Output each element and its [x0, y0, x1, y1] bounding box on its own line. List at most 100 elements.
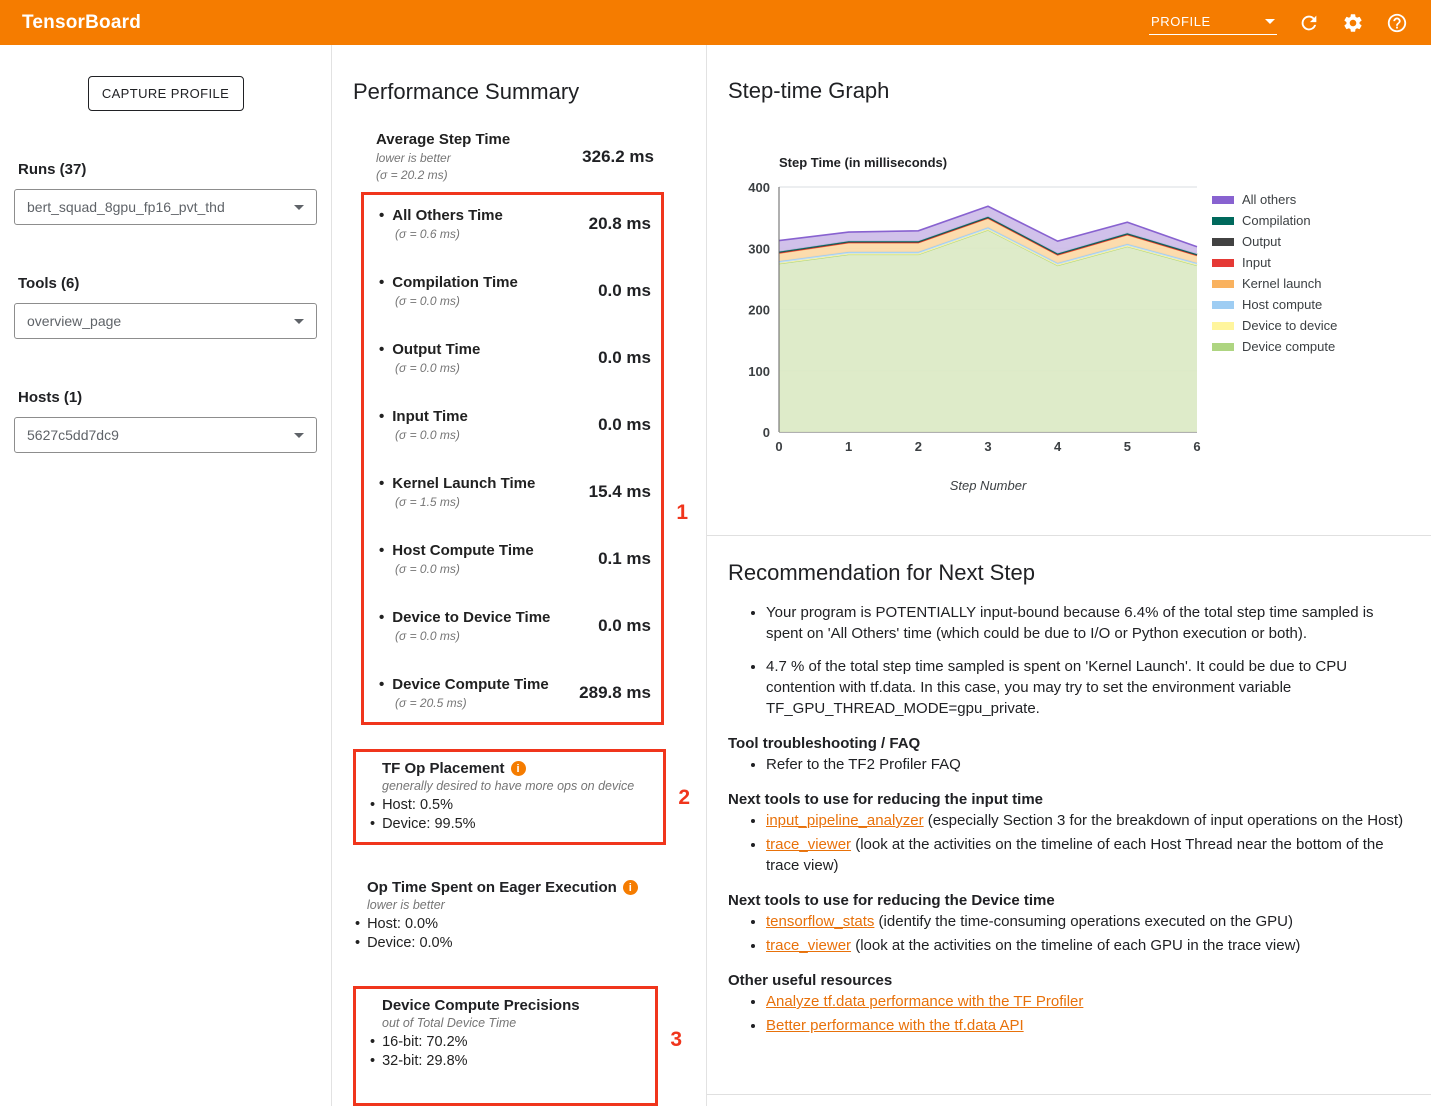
- performance-summary-panel: Performance Summary Average Step Time lo…: [331, 45, 707, 1106]
- dashboard-selector[interactable]: PROFILE: [1149, 10, 1277, 35]
- svg-text:3: 3: [984, 439, 991, 454]
- svg-text:2: 2: [915, 439, 922, 454]
- runs-select[interactable]: bert_squad_8gpu_fp16_pvt_thd: [14, 189, 317, 225]
- performance-summary-title: Performance Summary: [353, 79, 706, 105]
- device-tools-heading: Next tools to use for reducing the Devic…: [728, 892, 1405, 909]
- metric-sigma: (σ = 20.5 ms): [395, 696, 549, 710]
- metric-sigma: (σ = 0.0 ms): [395, 562, 534, 576]
- device-precisions-title: Device Compute Precisions: [382, 997, 580, 1014]
- metric-label: All Others Time: [392, 207, 503, 224]
- metric-label: Kernel Launch Time: [392, 475, 535, 492]
- header-actions: PROFILE: [1149, 10, 1409, 35]
- bullet-icon: •: [379, 609, 384, 626]
- trace-viewer-link[interactable]: trace_viewer: [766, 937, 851, 954]
- metric-sigma: (σ = 0.6 ms): [395, 227, 503, 241]
- legend-swatch: [1212, 343, 1234, 351]
- info-icon[interactable]: i: [623, 880, 638, 895]
- legend-item: Host compute: [1212, 294, 1337, 315]
- resources-heading: Other useful resources: [728, 972, 1405, 989]
- tools-label: Tools (6): [18, 275, 317, 292]
- metric-value: 0.1 ms: [565, 549, 651, 569]
- recommendation-panel: Recommendation for Next Step Your progra…: [707, 536, 1431, 1095]
- input-tools-list: input_pipeline_analyzer (especially Sect…: [750, 810, 1405, 876]
- annotation-number: 1: [676, 501, 688, 525]
- metric-row-compilation: •Compilation Time (σ = 0.0 ms) 0.0 ms: [379, 274, 651, 308]
- metric-label: Input Time: [392, 408, 468, 425]
- input-pipeline-analyzer-link[interactable]: input_pipeline_analyzer: [766, 812, 924, 829]
- sidebar: CAPTURE PROFILE Runs (37) bert_squad_8gp…: [0, 45, 331, 1106]
- step-time-graph-panel: Step-time Graph Step Time (in millisecon…: [707, 45, 1431, 536]
- refresh-icon: [1298, 12, 1320, 34]
- legend-item: Input: [1212, 252, 1337, 273]
- chevron-down-icon: [294, 205, 304, 210]
- help-button[interactable]: [1385, 11, 1409, 35]
- annotation-number: 2: [678, 786, 690, 810]
- svg-text:100: 100: [748, 364, 770, 379]
- svg-text:4: 4: [1054, 439, 1062, 454]
- legend-item: Kernel launch: [1212, 273, 1337, 294]
- hosts-select[interactable]: 5627c5dd7dc9: [14, 417, 317, 453]
- metric-row-device-to-device: •Device to Device Time (σ = 0.0 ms) 0.0 …: [379, 609, 651, 643]
- runs-label: Runs (37): [18, 161, 317, 178]
- refresh-button[interactable]: [1297, 11, 1321, 35]
- metric-label: Compilation Time: [392, 274, 518, 291]
- svg-text:300: 300: [748, 241, 770, 256]
- tools-select[interactable]: overview_page: [14, 303, 317, 339]
- metric-sigma: (σ = 0.0 ms): [395, 361, 480, 375]
- legend-item: Compilation: [1212, 210, 1337, 231]
- settings-button[interactable]: [1341, 11, 1365, 35]
- metric-sigma: (σ = 1.5 ms): [395, 495, 535, 509]
- legend-item: Device to device: [1212, 315, 1337, 336]
- legend-label: Input: [1242, 255, 1271, 270]
- step-chart: 01002003004000123456: [735, 177, 1205, 461]
- tf-op-placement-section: 2 TF Op Placementi generally desired to …: [353, 749, 666, 845]
- recommendation-bullet: 4.7 % of the total step time sampled is …: [766, 656, 1405, 719]
- legend-item: All others: [1212, 189, 1337, 210]
- legend-swatch: [1212, 301, 1234, 309]
- recommendation-bullets: Your program is POTENTIALLY input-bound …: [750, 602, 1405, 719]
- help-icon: [1386, 12, 1408, 34]
- average-step-time-sigma: (σ = 20.2 ms): [376, 168, 510, 182]
- svg-text:200: 200: [748, 303, 770, 318]
- input-tools-heading: Next tools to use for reducing the input…: [728, 791, 1405, 808]
- chart-axis-title: Step Time (in milliseconds): [779, 155, 947, 170]
- info-icon[interactable]: i: [511, 761, 526, 776]
- average-step-time-note: lower is better: [376, 151, 510, 165]
- legend-swatch: [1212, 280, 1234, 288]
- bullet-icon: •: [379, 408, 384, 425]
- legend-label: Output: [1242, 234, 1281, 249]
- runs-group: Runs (37) bert_squad_8gpu_fp16_pvt_thd: [14, 161, 317, 225]
- capture-profile-button[interactable]: CAPTURE PROFILE: [88, 76, 244, 111]
- legend-label: Host compute: [1242, 297, 1322, 312]
- hosts-selected-value: 5627c5dd7dc9: [27, 427, 119, 443]
- device-precisions-subtitle: out of Total Device Time: [382, 1016, 643, 1030]
- metric-label: Output Time: [392, 341, 480, 358]
- metric-value: 20.8 ms: [565, 214, 651, 234]
- annotation-box-1: 1 •All Others Time (σ = 0.6 ms) 20.8 ms …: [361, 192, 664, 725]
- tf-op-placement-device: Device: 99.5%: [368, 815, 651, 834]
- annotation-number: 3: [670, 1028, 682, 1052]
- svg-text:6: 6: [1193, 439, 1200, 454]
- precision-32bit: 32-bit: 29.8%: [368, 1052, 643, 1071]
- app-header: TensorBoard PROFILE: [0, 0, 1431, 45]
- faq-section-heading: Tool troubleshooting / FAQ: [728, 735, 1405, 752]
- faq-item: Refer to the TF2 Profiler FAQ: [766, 754, 1405, 775]
- precision-16bit: 16-bit: 70.2%: [368, 1033, 643, 1052]
- eager-execution-title: Op Time Spent on Eager Execution: [367, 879, 617, 896]
- right-panel: Step-time Graph Step Time (in millisecon…: [707, 45, 1431, 1106]
- legend-label: Device compute: [1242, 339, 1335, 354]
- tfdata-performance-link[interactable]: Analyze tf.data performance with the TF …: [766, 993, 1083, 1010]
- metric-sigma: (σ = 0.0 ms): [395, 428, 468, 442]
- metric-value: 289.8 ms: [565, 683, 651, 703]
- trace-viewer-link[interactable]: trace_viewer: [766, 836, 851, 853]
- metric-value: 15.4 ms: [565, 482, 651, 502]
- gear-icon: [1342, 12, 1364, 34]
- tfdata-api-link[interactable]: Better performance with the tf.data API: [766, 1017, 1024, 1034]
- svg-text:0: 0: [775, 439, 782, 454]
- hosts-label: Hosts (1): [18, 389, 317, 406]
- tf-op-placement-host: Host: 0.5%: [368, 796, 651, 815]
- tensorflow-stats-link[interactable]: tensorflow_stats: [766, 913, 874, 930]
- bullet-icon: •: [379, 676, 384, 693]
- faq-section-list: Refer to the TF2 Profiler FAQ: [750, 754, 1405, 775]
- metric-label: Host Compute Time: [392, 542, 533, 559]
